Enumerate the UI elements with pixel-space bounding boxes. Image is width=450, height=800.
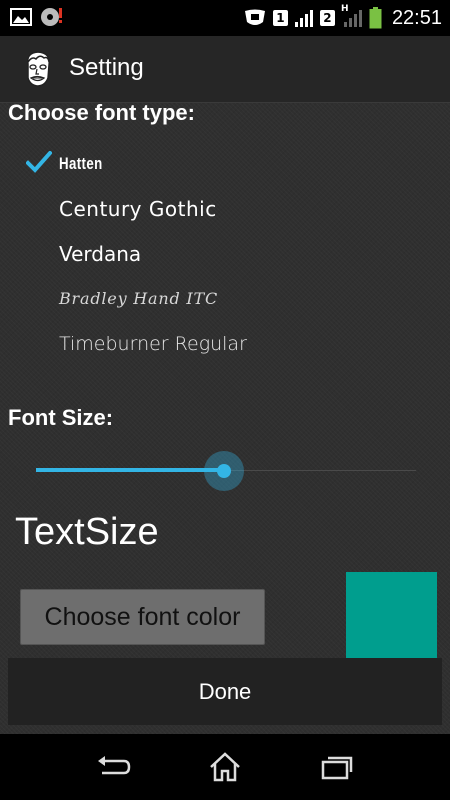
app-face-icon[interactable]	[20, 50, 56, 88]
recents-icon	[321, 756, 353, 780]
choose-font-color-button[interactable]: Choose font color	[20, 589, 265, 645]
slider-thumb[interactable]	[204, 451, 245, 491]
navigation-bar	[0, 734, 450, 800]
battery-icon	[369, 7, 382, 29]
font-option-label: Bradley Hand ITC	[59, 289, 219, 308]
font-size-slider[interactable]	[36, 451, 416, 491]
cd-icon	[41, 8, 62, 26]
font-option-bradley-hand[interactable]: Bradley Hand ITC	[26, 276, 426, 321]
network-indicator: H	[341, 4, 363, 28]
sim1-badge: 1	[272, 10, 288, 26]
slider-progress	[36, 468, 225, 472]
text-size-preview: TextSize	[15, 511, 159, 553]
signal-icon	[343, 10, 362, 27]
font-option-hatten[interactable]: Hatten	[26, 141, 426, 186]
sim2-badge: 2	[319, 10, 335, 26]
back-icon	[98, 756, 131, 775]
status-bar: 1 2 H 22:51	[0, 0, 450, 36]
shield-icon	[244, 9, 265, 25]
system-status: 1 2 H 22:51	[243, 4, 442, 32]
back-button[interactable]	[94, 750, 134, 784]
done-button[interactable]: Done	[8, 658, 442, 725]
signal-icon	[294, 10, 313, 27]
font-option-century-gothic[interactable]: Century Gothic	[26, 186, 426, 231]
page-title: Setting	[69, 54, 144, 81]
notification-area	[10, 6, 64, 28]
image-notification-icon	[10, 8, 32, 26]
recents-button[interactable]	[317, 750, 357, 784]
font-size-heading: Font Size:	[8, 405, 114, 430]
font-type-heading: Choose font type:	[8, 100, 195, 125]
font-option-label: Century Gothic	[59, 196, 217, 221]
settings-content: Choose font type: Hatten Century Gothic …	[0, 100, 450, 734]
clock: 22:51	[391, 6, 442, 29]
action-bar: Setting	[0, 36, 450, 103]
font-option-verdana[interactable]: Verdana	[26, 231, 426, 276]
font-type-list: Hatten Century Gothic Verdana Bradley Ha…	[26, 141, 426, 366]
font-option-timeburner[interactable]: Timeburner Regular	[26, 321, 426, 366]
font-option-label: Hatten	[59, 153, 103, 173]
home-button[interactable]	[205, 750, 245, 784]
font-color-swatch[interactable]	[346, 572, 437, 659]
home-icon	[210, 752, 240, 782]
font-option-label: Verdana	[59, 241, 142, 266]
font-option-label: Timeburner Regular	[59, 332, 247, 355]
checkmark-icon	[26, 151, 52, 173]
